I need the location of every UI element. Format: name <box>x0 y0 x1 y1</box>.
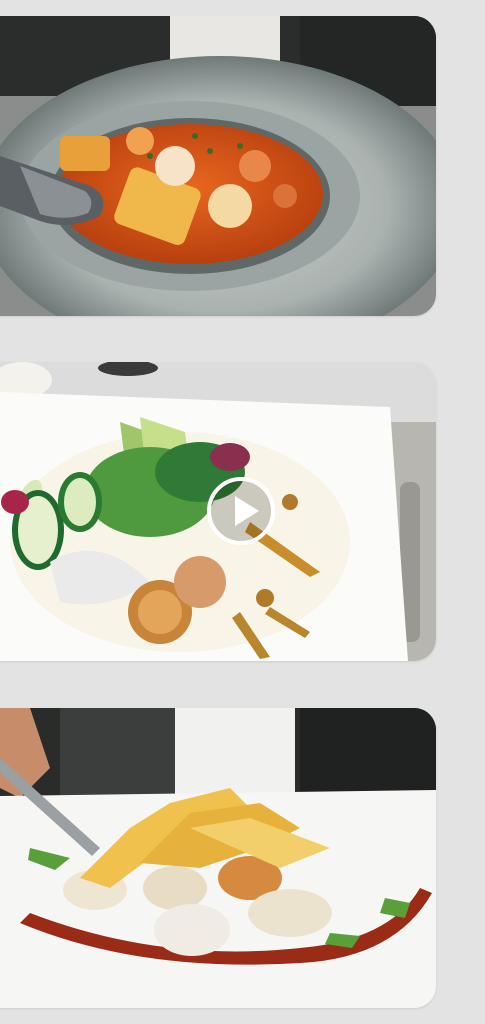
scallop-plate-image <box>0 708 436 1008</box>
play-icon <box>235 496 259 526</box>
video-play-button[interactable] <box>207 477 275 545</box>
media-card-salad-video[interactable] <box>0 362 436 661</box>
media-feed <box>0 0 485 1024</box>
seafood-soup-image <box>0 16 436 316</box>
media-card-soup-photo[interactable] <box>0 16 436 316</box>
media-card-scallop-photo[interactable] <box>0 708 436 1008</box>
